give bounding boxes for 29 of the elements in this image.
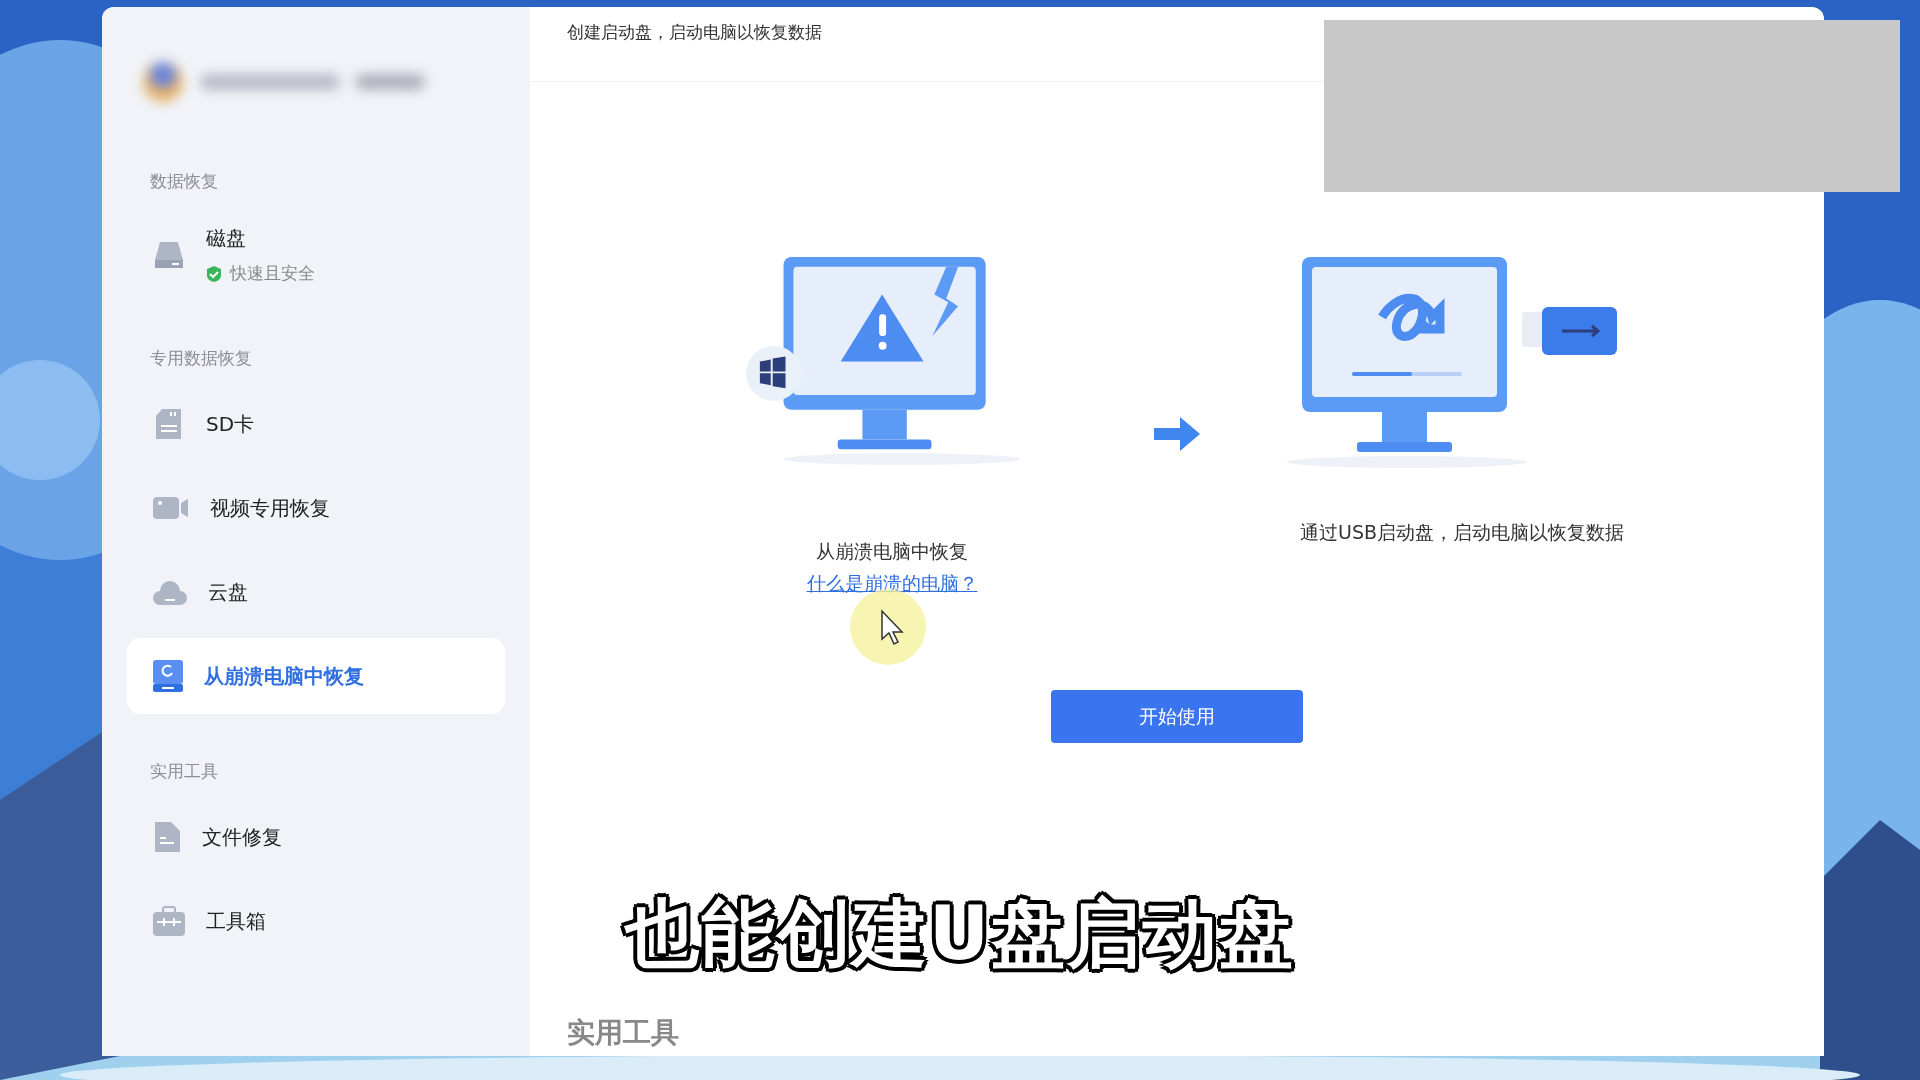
step-caption: 通过USB启动盘，启动电脑以恢复数据	[1300, 520, 1624, 545]
step-caption: 从崩溃电脑中恢复	[816, 539, 968, 564]
sidebar-section-title: 数据恢复	[149, 170, 219, 193]
sidebar-section-title: 专用数据恢复	[149, 347, 253, 370]
sidebar-item[interactable]: 视频专用恢复	[127, 470, 505, 546]
sidebar-item-label: 文件修复	[202, 823, 282, 851]
sidebar-item[interactable]: 从崩溃电脑中恢复	[127, 638, 505, 714]
file-icon	[152, 820, 182, 854]
badge-text: 快速且安全	[230, 262, 315, 285]
sidebar-item[interactable]: 云盘	[127, 554, 505, 630]
help-link[interactable]: 什么是崩溃的电脑？	[806, 571, 978, 597]
arrow-right-icon	[1154, 417, 1200, 451]
start-button[interactable]: 开始使用	[1051, 690, 1303, 743]
sidebar-item-label: 从崩溃电脑中恢复	[204, 662, 364, 690]
computer-restore-icon	[152, 659, 184, 693]
sidebar-item[interactable]: 文件修复	[127, 799, 505, 875]
sidebar-item-label: 云盘	[208, 578, 248, 606]
sidebar-item-label: 视频专用恢复	[210, 494, 330, 522]
sidebar-item-label: 磁盘	[206, 225, 247, 252]
sidebar-item[interactable]: 磁盘 快速且安全	[127, 209, 505, 301]
page-subtitle: 创建启动盘，启动电脑以恢复数据	[567, 21, 822, 44]
sidebar-item-label: SD卡	[206, 410, 255, 438]
sidebar-section-title: 实用工具	[149, 760, 219, 783]
shield-check-icon	[206, 264, 222, 283]
sidebar-item[interactable]: 工具箱	[127, 883, 505, 959]
section-heading: 实用工具	[567, 1016, 679, 1049]
toolbox-icon	[152, 905, 186, 937]
sidebar-item[interactable]: SD卡	[127, 386, 505, 462]
sidebar-item-label: 工具箱	[206, 907, 266, 935]
